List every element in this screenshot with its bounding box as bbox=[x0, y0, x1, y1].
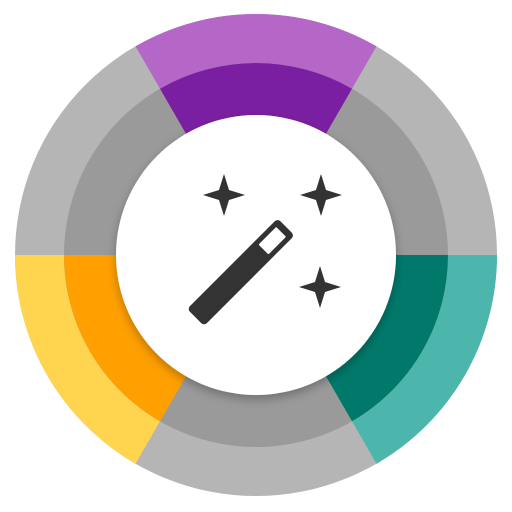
app-icon bbox=[0, 0, 512, 512]
color-wheel-magic-wand-icon bbox=[15, 13, 497, 496]
